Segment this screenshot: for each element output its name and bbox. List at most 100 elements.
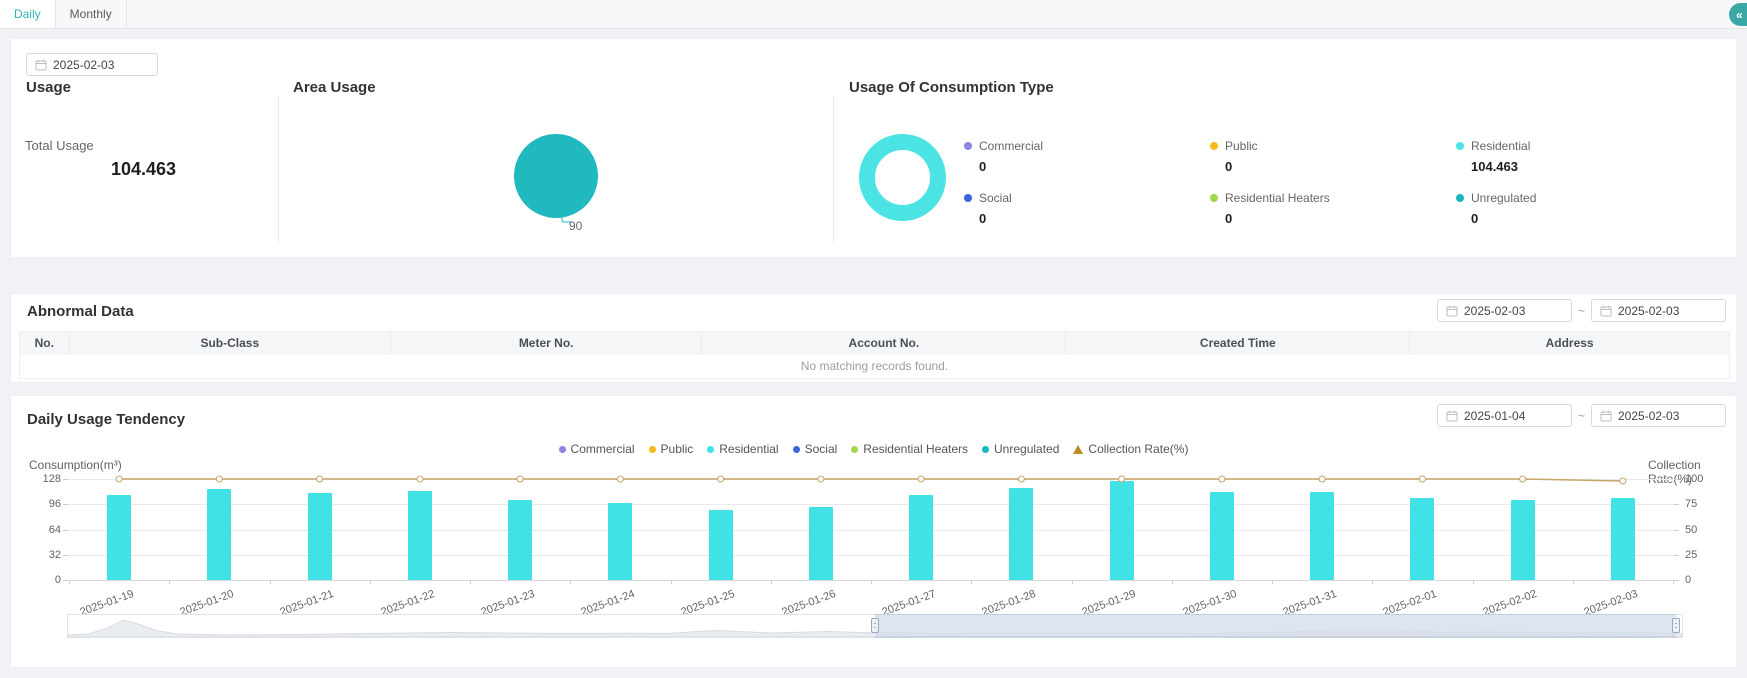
overview-card: 2025-02-03 Usage Total Usage 104.463 Are…: [10, 38, 1737, 258]
abnormal-date-from-picker[interactable]: 2025-02-03: [1437, 299, 1572, 322]
consumption-legend-value: 0: [1225, 159, 1456, 174]
consumption-type-section-title: Usage Of Consumption Type: [849, 79, 1054, 96]
legend-dot-icon: [1456, 142, 1464, 150]
consumption-legend-item: Unregulated 0: [1456, 191, 1702, 243]
datazoom-left-handle[interactable]: [871, 618, 879, 633]
column-header-no: No.: [20, 332, 70, 355]
double-left-chevron-icon: «: [1736, 8, 1743, 22]
total-usage-value: 104.463: [111, 159, 176, 180]
datazoom-selected-window[interactable]: [875, 614, 1676, 638]
line-marker-icon: [1219, 476, 1225, 482]
left-axis-tick-label: 128: [21, 473, 61, 485]
abnormal-date-range: 2025-02-03 ~ 2025-02-03: [1437, 299, 1726, 322]
consumption-legend-value: 0: [979, 159, 1210, 174]
column-header-account-no: Account No.: [702, 332, 1066, 355]
calendar-icon: [1446, 305, 1458, 317]
total-usage-label: Total Usage: [25, 138, 94, 153]
datazoom-slider[interactable]: [67, 614, 1683, 638]
abnormal-data-card: Abnormal Data 2025-02-03 ~ 2: [10, 293, 1737, 383]
top-tab-bar: Daily Monthly «: [0, 0, 1747, 29]
calendar-icon: [1600, 305, 1612, 317]
axis-tick: [1673, 580, 1674, 584]
consumption-legend-item: Social 0: [964, 191, 1210, 243]
pie-slice-label: 90: [569, 219, 582, 233]
abnormal-data-table: No.Sub-ClassMeter No.Account No.Created …: [19, 331, 1730, 379]
right-axis-tick-label: 50: [1685, 524, 1725, 536]
no-records-message: No matching records found.: [20, 355, 1730, 379]
line-marker-icon: [517, 476, 523, 482]
consumption-legend-value: 0: [1225, 211, 1456, 226]
line-marker-icon: [617, 476, 623, 482]
consumption-legend-value: 0: [1471, 211, 1702, 226]
line-marker-icon: [417, 476, 423, 482]
axis-tick: [63, 479, 68, 480]
dashboard-page: Daily Monthly « 2025-02-03 Usage Total U…: [0, 0, 1747, 678]
overview-date-picker[interactable]: 2025-02-03: [26, 53, 158, 76]
daily-usage-tendency-card: Daily Usage Tendency 2025-01-04 ~: [10, 395, 1737, 668]
tab-monthly[interactable]: Monthly: [56, 0, 127, 28]
line-marker-icon: [1520, 476, 1526, 482]
area-usage-pie[interactable]: [514, 134, 598, 218]
divider: [278, 96, 279, 243]
left-axis-tick-label: 64: [21, 524, 61, 536]
line-marker-icon: [116, 476, 122, 482]
consumption-legend-value: 104.463: [1471, 159, 1702, 174]
line-marker-icon: [1018, 476, 1024, 482]
datazoom-right-handle[interactable]: [1672, 618, 1680, 633]
axis-tick: [63, 580, 68, 581]
abnormal-data-title: Abnormal Data: [27, 303, 134, 320]
daily-usage-chart: Consumption(m³) Collection Rate(%) 00322…: [11, 396, 1738, 669]
axis-tick: [1674, 530, 1679, 531]
left-axis-tick-label: 96: [21, 498, 61, 510]
right-axis-tick-label: 25: [1685, 549, 1725, 561]
tab-daily[interactable]: Daily: [0, 0, 56, 28]
divider: [833, 96, 834, 243]
line-marker-icon: [918, 476, 924, 482]
consumption-legend-label: Social: [979, 191, 1012, 205]
axis-tick: [1674, 555, 1679, 556]
line-marker-icon: [1319, 476, 1325, 482]
area-usage-section-title: Area Usage: [293, 79, 376, 96]
line-marker-icon: [718, 476, 724, 482]
legend-dot-icon: [1210, 142, 1218, 150]
abnormal-date-to-picker[interactable]: 2025-02-03: [1591, 299, 1726, 322]
overview-date-value: 2025-02-03: [53, 58, 114, 72]
axis-tick: [1674, 580, 1679, 581]
abnormal-date-from-value: 2025-02-03: [1464, 304, 1525, 318]
line-marker-icon: [1620, 478, 1626, 484]
right-axis-tick-label: 100: [1685, 473, 1725, 485]
consumption-legend-item: Public0: [1210, 139, 1456, 191]
calendar-icon: [35, 59, 47, 71]
left-axis-tick-label: 32: [21, 549, 61, 561]
axis-tick: [1674, 504, 1679, 505]
consumption-type-legend: Commercial0Social0Public0Residential Hea…: [964, 139, 1702, 243]
line-marker-icon: [1119, 476, 1125, 482]
line-marker-icon: [818, 476, 824, 482]
consumption-legend-item: Residential 104.463: [1456, 139, 1702, 191]
right-axis-tick-label: 0: [1685, 574, 1725, 586]
consumption-type-donut[interactable]: [859, 134, 946, 221]
line-marker-icon: [1419, 476, 1425, 482]
range-separator: ~: [1578, 304, 1585, 318]
collapse-panel-button[interactable]: «: [1729, 3, 1747, 26]
line-marker-icon: [216, 476, 222, 482]
column-header-meter-no: Meter No.: [391, 332, 702, 355]
column-header-address: Address: [1410, 332, 1730, 355]
consumption-legend-label: Unregulated: [1471, 191, 1536, 205]
consumption-legend-item: Commercial0: [964, 139, 1210, 191]
left-axis-name: Consumption(m³): [29, 458, 122, 472]
consumption-legend-item: Residential Heaters 0: [1210, 191, 1456, 243]
consumption-legend-value: 0: [979, 211, 1210, 226]
line-marker-icon: [317, 476, 323, 482]
consumption-legend-label: Residential Heaters: [1225, 191, 1330, 205]
left-axis-tick-label: 0: [21, 574, 61, 586]
consumption-legend-label: Residential: [1471, 139, 1530, 153]
legend-dot-icon: [964, 142, 972, 150]
axis-tick: [63, 555, 68, 556]
table-empty-row: No matching records found.: [20, 355, 1730, 379]
axis-tick: [63, 530, 68, 531]
legend-dot-icon: [964, 194, 972, 202]
right-axis-tick-label: 75: [1685, 498, 1725, 510]
abnormal-date-to-value: 2025-02-03: [1618, 304, 1679, 318]
collection-rate-line[interactable]: [69, 473, 1673, 586]
